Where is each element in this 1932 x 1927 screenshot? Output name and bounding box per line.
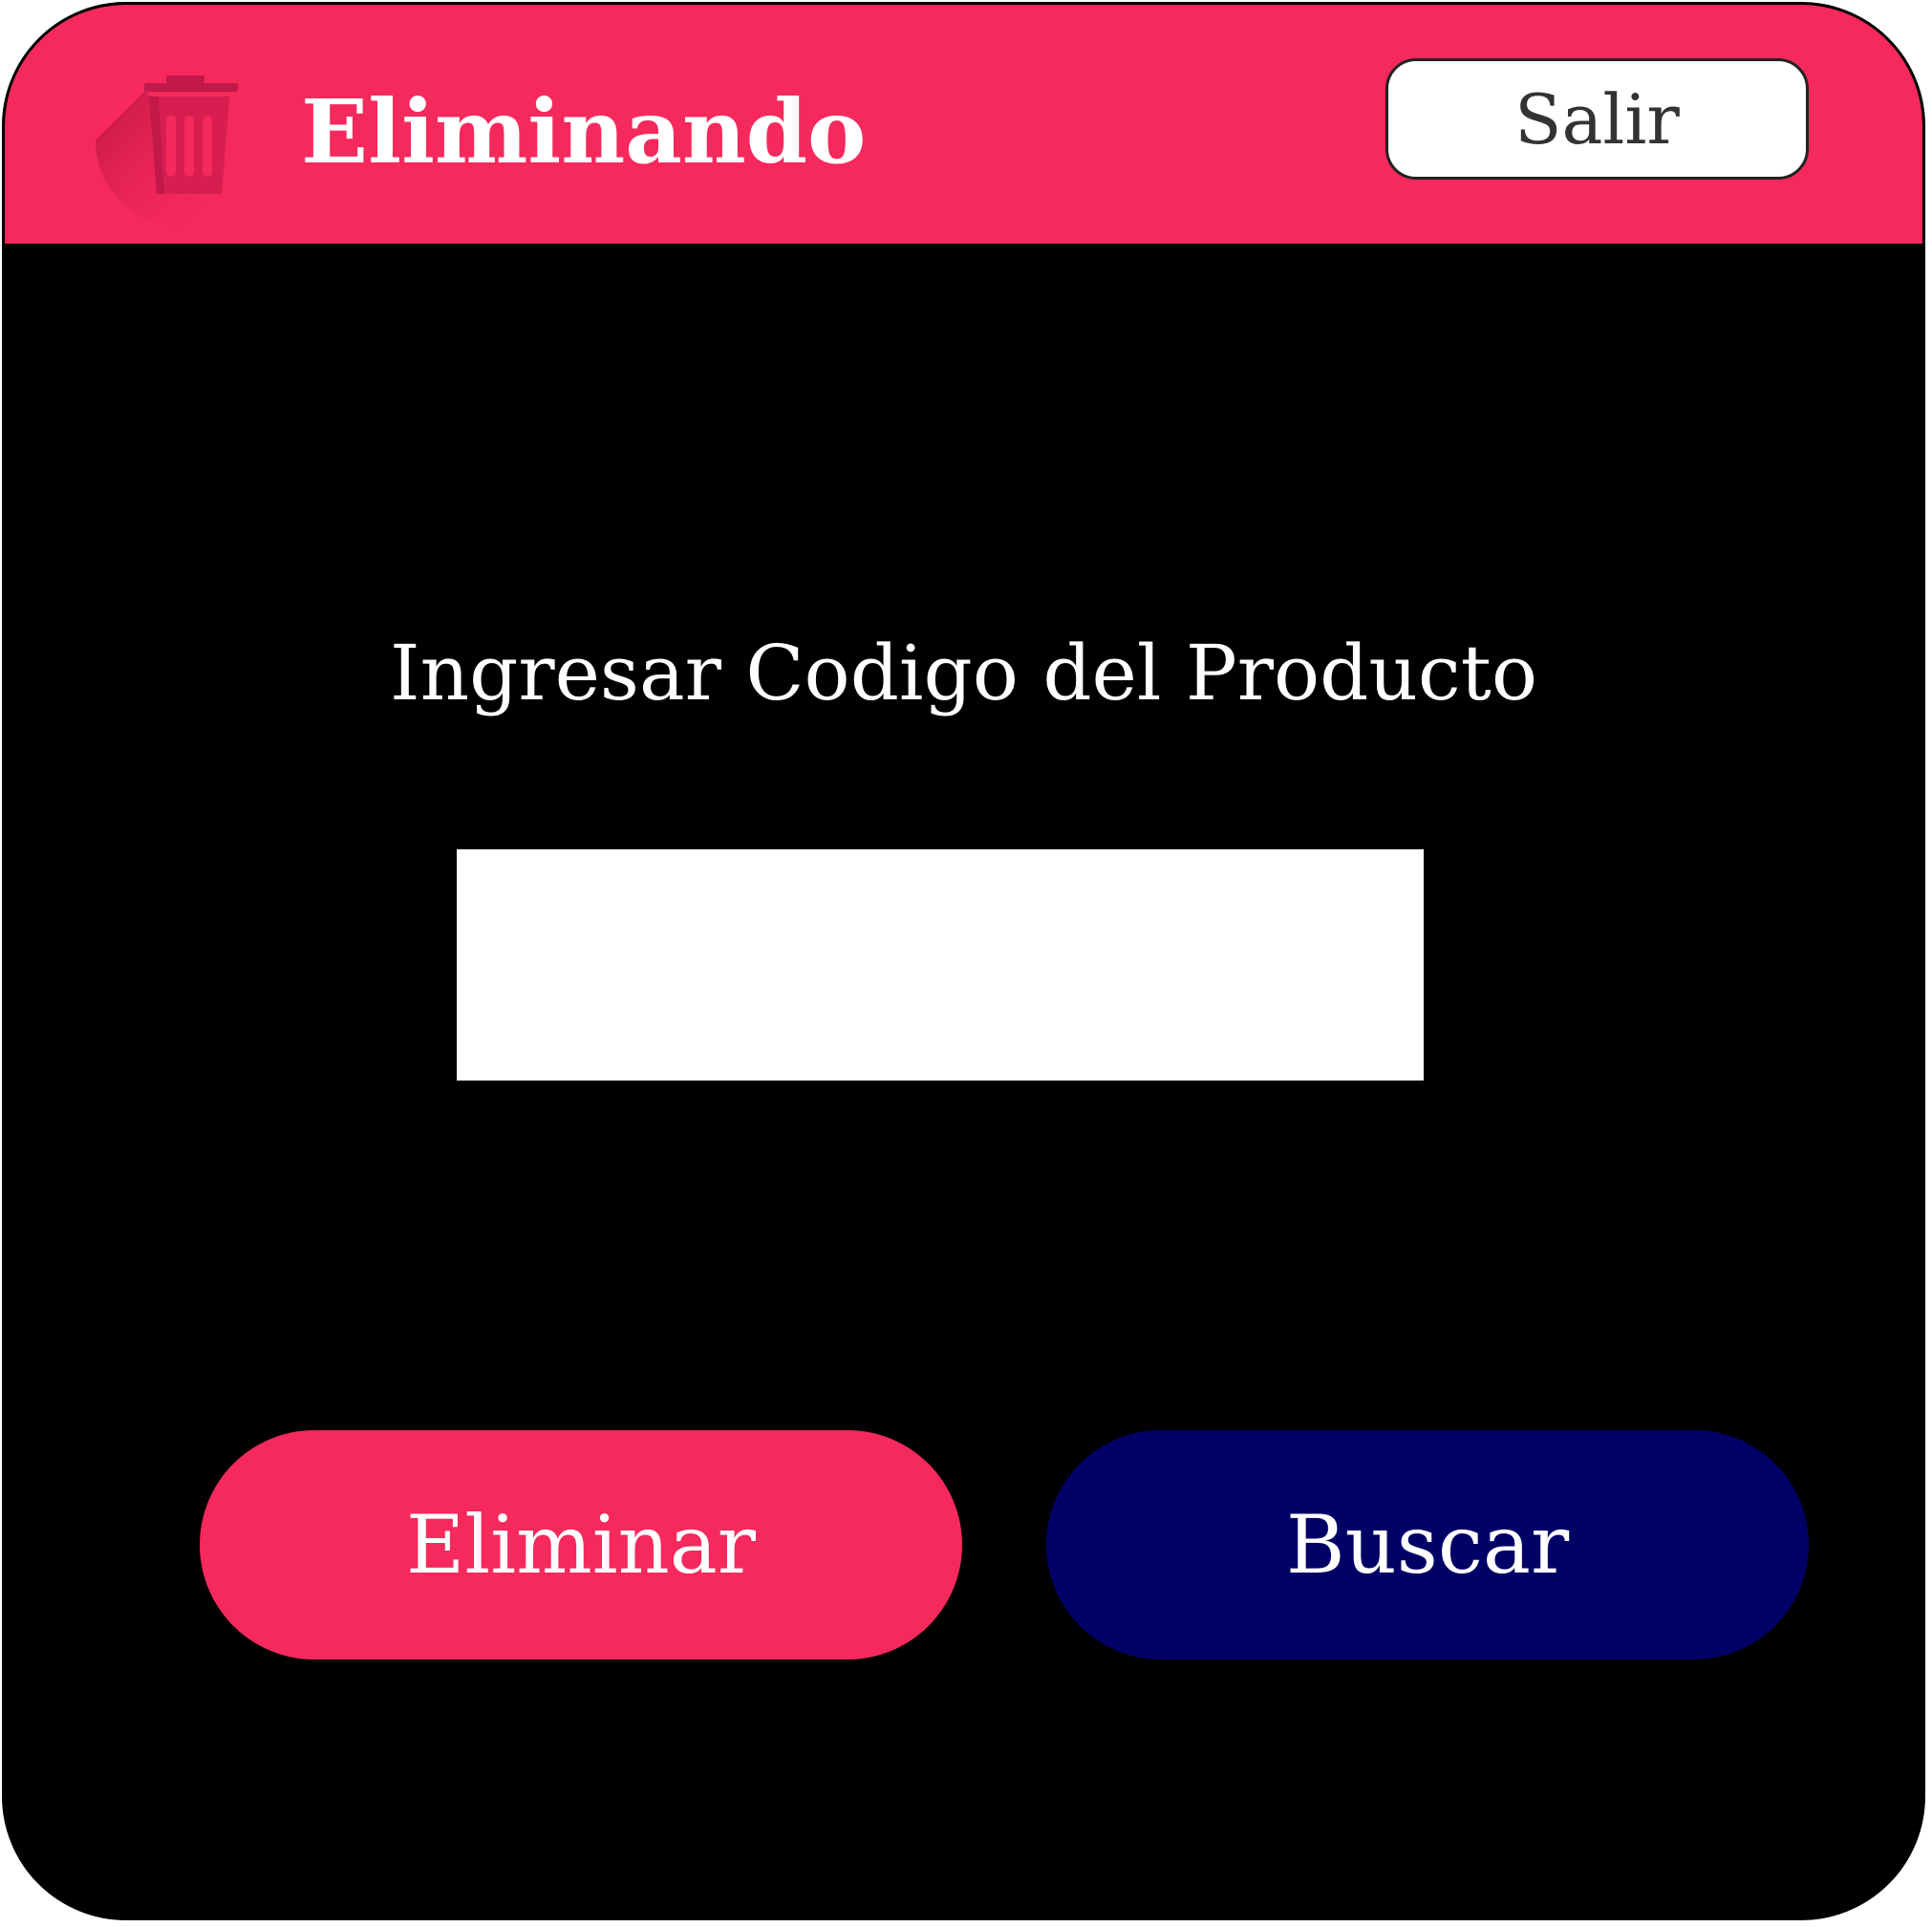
trash-icon xyxy=(95,74,248,236)
product-code-input[interactable] xyxy=(457,849,1424,1081)
title-bar: Eliminando Salir xyxy=(5,5,1922,244)
product-code-label: Ingresar Codigo del Producto xyxy=(390,629,1537,717)
search-button[interactable]: Buscar xyxy=(1046,1430,1809,1659)
delete-button[interactable]: Eliminar xyxy=(200,1430,962,1659)
window-title: Eliminando xyxy=(301,80,867,183)
exit-button[interactable]: Salir xyxy=(1385,58,1809,180)
delete-product-window: Eliminando Salir Ingresar Codigo del Pro… xyxy=(2,2,1925,1920)
